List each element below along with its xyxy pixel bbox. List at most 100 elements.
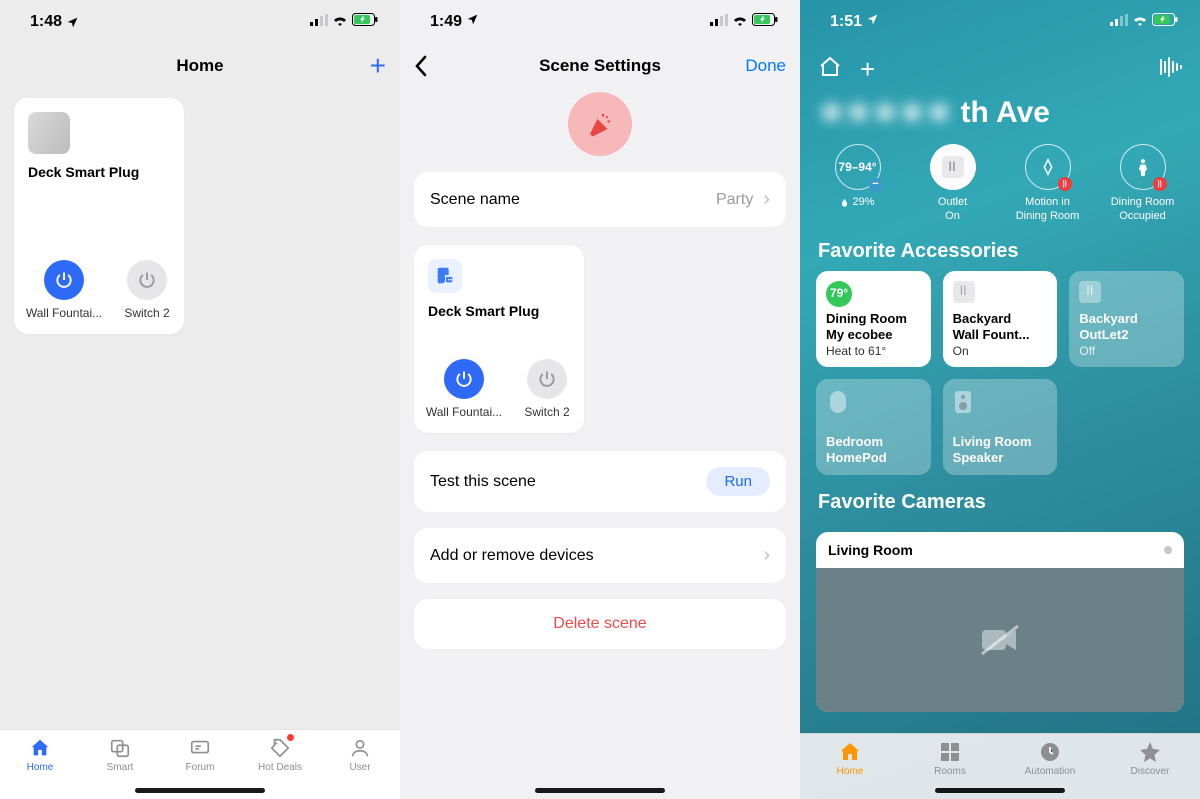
- motion-circle: [1025, 144, 1071, 190]
- switch-wall-fountain[interactable]: Wall Fountai...: [428, 359, 500, 419]
- scene-name-value: Party: [716, 191, 753, 209]
- user-icon: [348, 736, 372, 760]
- device-card[interactable]: Deck Smart Plug Wall Fountai... Switch 2: [14, 98, 184, 334]
- home-icon: [28, 736, 52, 760]
- screen-smart-home-app: 1:48 Home + Deck: [0, 0, 400, 799]
- clock-icon: [1038, 740, 1062, 764]
- nav-bar: Scene Settings Done: [400, 44, 800, 88]
- home-toolbar: +: [800, 44, 1200, 95]
- camera-status-dot: [1164, 546, 1172, 554]
- wifi-icon: [732, 13, 748, 31]
- smart-icon: [108, 736, 132, 760]
- home-indicator[interactable]: [135, 788, 265, 793]
- power-icon: [127, 260, 167, 300]
- tab-smart[interactable]: Smart: [90, 736, 150, 773]
- temp-circle: 79–94°−: [835, 144, 881, 190]
- camera-off-view: [816, 568, 1184, 712]
- power-icon: [527, 359, 567, 399]
- switch-2[interactable]: Switch 2: [124, 260, 170, 320]
- status-time: 1:48: [30, 13, 62, 31]
- home-indicator[interactable]: [935, 788, 1065, 793]
- broadcast-icon-button[interactable]: [1158, 56, 1182, 83]
- switch-wall-fountain[interactable]: Wall Fountai...: [28, 260, 100, 320]
- status-bar: 1:49: [400, 0, 800, 44]
- wifi-icon: [1132, 13, 1148, 31]
- star-icon: [1138, 740, 1162, 764]
- status-time: 1:49: [430, 13, 462, 31]
- tab-home[interactable]: Home: [10, 736, 70, 773]
- test-scene-row: Test this scene Run: [414, 451, 786, 512]
- row-label: Add or remove devices: [430, 547, 594, 565]
- tab-home[interactable]: Home: [820, 740, 880, 799]
- device-card[interactable]: Deck Smart Plug Wall Fountai... Switch 2: [414, 245, 584, 433]
- switch-label: Wall Fountai...: [426, 405, 502, 419]
- add-button[interactable]: +: [370, 44, 386, 88]
- status-climate[interactable]: 79–94°− 29%: [816, 144, 900, 224]
- home-status-row: 79–94°− 29% || Outlet On Motion in Dinin…: [800, 140, 1200, 234]
- accessory-ecobee[interactable]: 79° Dining RoomMy ecobeeHeat to 61°: [816, 271, 931, 367]
- add-button[interactable]: +: [860, 54, 875, 85]
- camera-off-icon: [976, 620, 1024, 660]
- cellular-icon: [710, 13, 728, 31]
- home-indicator[interactable]: [535, 788, 665, 793]
- page-title: Scene Settings: [539, 56, 661, 76]
- favorite-cameras-header: Favorite Cameras: [800, 485, 1200, 522]
- battery-icon: [1152, 13, 1178, 31]
- status-bar: 1:48: [0, 0, 400, 44]
- accessory-wall-fountain[interactable]: || BackyardWall Fount...On: [943, 271, 1058, 367]
- accessories-grid: 79° Dining RoomMy ecobeeHeat to 61° || B…: [800, 271, 1200, 475]
- tab-user[interactable]: User: [330, 736, 390, 773]
- location-icon: [866, 13, 879, 31]
- outlet-icon: ||: [953, 281, 975, 303]
- row-label: Scene name: [430, 191, 520, 209]
- outlet-icon: ||: [1079, 281, 1101, 303]
- page-title: Home: [176, 56, 223, 76]
- cellular-icon: [1110, 13, 1128, 31]
- row-label: Test this scene: [430, 473, 536, 491]
- outlet-circle: ||: [930, 144, 976, 190]
- cellular-icon: [310, 13, 328, 31]
- camera-card[interactable]: Living Room: [816, 532, 1184, 712]
- location-icon: [466, 13, 479, 31]
- tag-icon: [268, 736, 292, 760]
- add-remove-devices-row[interactable]: Add or remove devices ›: [414, 528, 786, 583]
- accessory-homepod[interactable]: BedroomHomePod: [816, 379, 931, 475]
- tab-discover[interactable]: Discover: [1120, 740, 1180, 799]
- screen-apple-home: 1:51 + ★★★★★ th Ave 79–94°− 29%: [800, 0, 1200, 799]
- tab-forum[interactable]: Forum: [170, 736, 230, 773]
- status-occupancy[interactable]: Dining Room Occupied: [1101, 144, 1185, 224]
- home-icon: [838, 740, 862, 764]
- alert-badge: [1153, 177, 1167, 191]
- accessory-outlet2[interactable]: || BackyardOutLet2Off: [1069, 271, 1184, 367]
- status-time: 1:51: [830, 13, 862, 31]
- run-button[interactable]: Run: [706, 467, 770, 496]
- humidity-icon: [840, 197, 849, 208]
- battery-icon: [352, 13, 378, 31]
- status-bar: 1:51: [800, 0, 1200, 44]
- scene-name-row[interactable]: Scene name Party ›: [414, 172, 786, 227]
- chevron-right-icon: ›: [763, 188, 770, 211]
- home-icon-button[interactable]: [818, 55, 842, 84]
- device-name: Deck Smart Plug: [28, 164, 170, 260]
- screen-scene-settings: 1:49 Scene Settings Done Scene name Part…: [400, 0, 800, 799]
- power-icon: [444, 359, 484, 399]
- back-button[interactable]: [414, 44, 428, 88]
- delete-scene-button[interactable]: Delete scene: [414, 599, 786, 649]
- favorite-accessories-header: Favorite Accessories: [800, 234, 1200, 271]
- status-outlet[interactable]: || Outlet On: [911, 144, 995, 224]
- scene-icon[interactable]: [568, 92, 632, 156]
- chevron-right-icon: ›: [763, 544, 770, 567]
- location-icon: [66, 16, 79, 29]
- switch-label: Switch 2: [124, 306, 169, 320]
- switch-label: Wall Fountai...: [26, 306, 102, 320]
- switch-label: Switch 2: [524, 405, 569, 419]
- minus-badge: −: [869, 178, 883, 192]
- device-thumbnail: [28, 112, 70, 154]
- status-motion[interactable]: Motion in Dining Room: [1006, 144, 1090, 224]
- done-button[interactable]: Done: [745, 44, 786, 88]
- tab-hot-deals[interactable]: Hot Deals: [250, 736, 310, 773]
- badge-dot: [287, 734, 294, 741]
- switch-2[interactable]: Switch 2: [524, 359, 570, 419]
- accessory-speaker[interactable]: Living RoomSpeaker: [943, 379, 1058, 475]
- occupancy-circle: [1120, 144, 1166, 190]
